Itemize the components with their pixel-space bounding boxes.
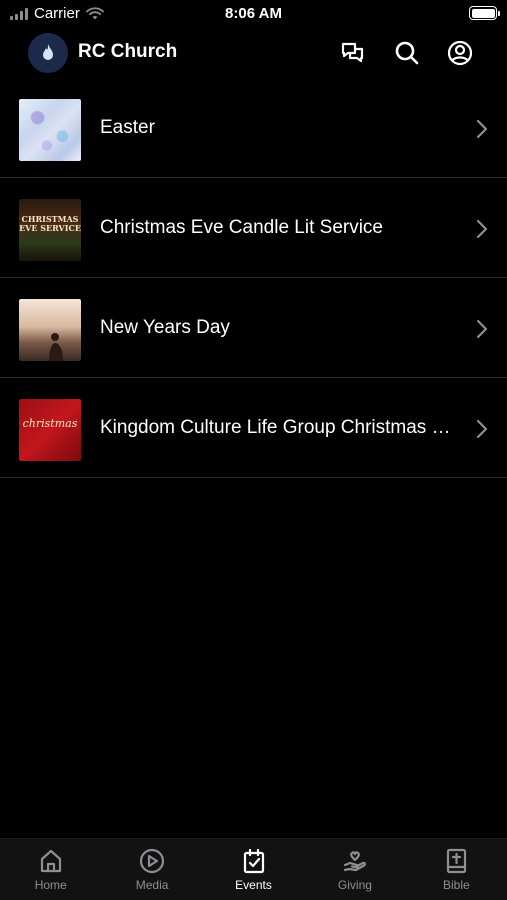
person-silhouette-icon (49, 333, 63, 361)
giving-hand-icon (343, 851, 366, 872)
chevron-right-icon (476, 319, 488, 339)
event-row-christmas-eve[interactable]: CHRISTMAS EVE SERVICE Christmas Eve Cand… (0, 178, 507, 278)
tab-label: Home (34, 878, 67, 892)
event-title: New Years Day (100, 317, 230, 338)
flame-logo-icon (43, 44, 53, 60)
kingdom-culture-thumbnail: christmas (19, 399, 81, 461)
christmas-eve-thumbnail: CHRISTMAS EVE SERVICE (19, 199, 81, 261)
event-title: Kingdom Culture Life Group Christmas Par… (100, 417, 459, 438)
new-years-thumbnail (19, 299, 81, 361)
bible-icon (447, 848, 467, 874)
status-time: 8:06 AM (225, 5, 282, 22)
event-row-easter[interactable]: Easter (0, 78, 507, 178)
tab-label: Media (135, 878, 169, 892)
app-header: RC Church (0, 30, 507, 78)
status-bar: Carrier 8:06 AM (0, 0, 507, 28)
chevron-right-icon (476, 419, 488, 439)
event-row-kingdom-culture[interactable]: christmas Kingdom Culture Life Group Chr… (0, 378, 507, 478)
tab-bar: Home Media Events Giving Bible (0, 838, 507, 900)
thumbnail-caption: christmas (22, 417, 78, 430)
thumbnail-caption: CHRISTMAS EVE SERVICE (19, 214, 81, 233)
tab-label: Giving (337, 878, 372, 892)
chevron-right-icon (476, 219, 488, 239)
tab-label: Bible (442, 878, 470, 892)
tab-label: Events (235, 878, 272, 892)
tab-events[interactable]: Events (203, 839, 304, 900)
page-title: RC Church (78, 41, 178, 62)
event-row-new-years-day[interactable]: New Years Day (0, 278, 507, 378)
battery-icon (469, 6, 500, 20)
tab-media[interactable]: Media (101, 839, 202, 900)
tab-bible[interactable]: Bible (406, 839, 507, 900)
event-title: Christmas Eve Candle Lit Service (100, 217, 383, 238)
church-logo[interactable] (28, 33, 68, 73)
easter-thumbnail (19, 99, 81, 161)
tab-home[interactable]: Home (0, 839, 101, 900)
events-list: Easter CHRISTMAS EVE SERVICE Christmas E… (0, 78, 507, 478)
account-icon[interactable] (446, 39, 474, 67)
tab-giving[interactable]: Giving (304, 839, 405, 900)
play-icon (140, 848, 165, 874)
calendar-check-icon (243, 848, 264, 874)
home-icon (40, 849, 61, 873)
event-title: Easter (100, 117, 155, 138)
chevron-right-icon (476, 119, 488, 139)
search-icon[interactable] (393, 39, 421, 67)
chat-icon[interactable] (339, 39, 367, 67)
